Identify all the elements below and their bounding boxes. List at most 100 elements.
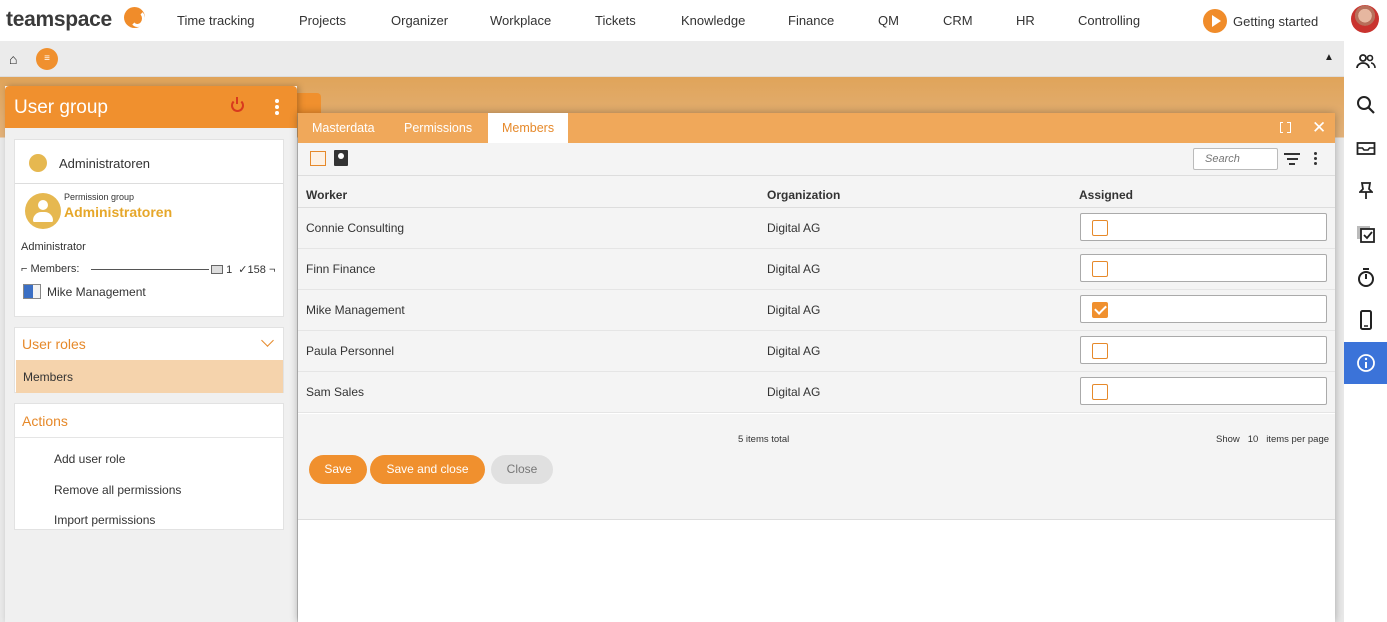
close-icon[interactable]: ✕ bbox=[1312, 118, 1326, 138]
per-page-select[interactable]: 10 bbox=[1248, 434, 1259, 445]
filter-icon[interactable] bbox=[1284, 153, 1300, 168]
dialog-toolbar bbox=[298, 143, 1335, 176]
person-card-icon[interactable] bbox=[334, 150, 348, 166]
stopwatch-icon[interactable] bbox=[1344, 256, 1387, 298]
assigned-checkbox[interactable] bbox=[1092, 302, 1108, 318]
organization-cell: Digital AG bbox=[767, 344, 821, 358]
per-page-show-label: Show bbox=[1216, 434, 1240, 445]
menu-icon[interactable]: ≡ bbox=[36, 48, 58, 70]
tab-masterdata[interactable]: Masterdata bbox=[298, 113, 389, 143]
info-icon[interactable] bbox=[1344, 342, 1387, 384]
group-icon bbox=[29, 154, 47, 172]
member-entry[interactable]: Mike Management bbox=[23, 284, 146, 299]
nav-time-tracking[interactable]: Time tracking bbox=[177, 13, 255, 28]
search-icon[interactable] bbox=[1344, 84, 1387, 126]
permission-group-label: Permission group bbox=[64, 192, 135, 202]
nav-tickets[interactable]: Tickets bbox=[595, 13, 636, 28]
column-worker[interactable]: Worker bbox=[306, 188, 347, 202]
organization-cell: Digital AG bbox=[767, 385, 821, 399]
search-list-icon[interactable] bbox=[310, 151, 326, 166]
nav-knowledge[interactable]: Knowledge bbox=[681, 13, 745, 28]
assigned-field[interactable] bbox=[1080, 213, 1327, 241]
assigned-field[interactable] bbox=[1080, 377, 1327, 405]
table-row[interactable]: Sam Sales Digital AG bbox=[298, 372, 1335, 413]
table-body: Connie Consulting Digital AG Finn Financ… bbox=[298, 208, 1335, 413]
worker-cell: Connie Consulting bbox=[306, 221, 405, 235]
close-button[interactable]: Close bbox=[491, 455, 553, 484]
save-and-close-button[interactable]: Save and close bbox=[370, 455, 485, 484]
home-icon[interactable]: ⌂ bbox=[9, 51, 17, 67]
items-per-page: Show 10 items per page bbox=[1216, 434, 1329, 445]
action-remove-all-permissions[interactable]: Remove all permissions bbox=[54, 483, 181, 497]
nav-projects[interactable]: Projects bbox=[299, 13, 346, 28]
search-input[interactable] bbox=[1193, 148, 1278, 170]
table-row[interactable]: Connie Consulting Digital AG bbox=[298, 208, 1335, 249]
panel-tab-stub bbox=[297, 93, 321, 113]
save-button[interactable]: Save bbox=[309, 455, 367, 484]
getting-started-button[interactable]: Getting started bbox=[1203, 9, 1318, 33]
nav-hr[interactable]: HR bbox=[1016, 13, 1035, 28]
worker-cell: Sam Sales bbox=[306, 385, 365, 399]
permission-group-icon bbox=[25, 193, 61, 229]
nav-workplace[interactable]: Workplace bbox=[490, 13, 551, 28]
logo-mark-icon[interactable] bbox=[124, 7, 145, 28]
mobile-icon[interactable] bbox=[1344, 299, 1387, 341]
column-assigned[interactable]: Assigned bbox=[1079, 188, 1133, 202]
user-group-panel: User group Administratoren Permission gr… bbox=[5, 86, 297, 622]
action-add-user-role[interactable]: Add user role bbox=[54, 452, 125, 466]
organization-cell: Digital AG bbox=[767, 303, 821, 317]
table-footer: 5 items total Show 10 items per page Sav… bbox=[298, 414, 1335, 520]
logo[interactable]: teamspace bbox=[6, 8, 112, 32]
assigned-field[interactable] bbox=[1080, 254, 1327, 282]
table-row[interactable]: Paula Personnel Digital AG bbox=[298, 331, 1335, 372]
assigned-field[interactable] bbox=[1080, 295, 1327, 323]
maximize-icon[interactable] bbox=[1280, 121, 1291, 133]
assigned-field[interactable] bbox=[1080, 336, 1327, 364]
more-options-icon[interactable] bbox=[275, 99, 279, 117]
more-options-icon[interactable] bbox=[1314, 152, 1317, 167]
tab-members[interactable]: Members bbox=[488, 113, 569, 143]
table-row[interactable]: Mike Management Digital AG bbox=[298, 290, 1335, 331]
organization-cell: Digital AG bbox=[767, 221, 821, 235]
assigned-checkbox[interactable] bbox=[1092, 343, 1108, 359]
worker-cell: Paula Personnel bbox=[306, 344, 395, 358]
permission-group-name[interactable]: Administratoren bbox=[64, 204, 172, 220]
divider bbox=[15, 183, 283, 184]
nav-controlling[interactable]: Controlling bbox=[1078, 13, 1140, 28]
pin-icon[interactable] bbox=[1344, 170, 1387, 212]
user-roles-title[interactable]: User roles bbox=[22, 336, 86, 352]
tab-permissions[interactable]: Permissions bbox=[390, 113, 486, 143]
right-icon-rail bbox=[1344, 41, 1387, 622]
assigned-checkbox[interactable] bbox=[1092, 261, 1108, 277]
assigned-checkbox[interactable] bbox=[1092, 384, 1108, 400]
user-role-item-members[interactable]: Members bbox=[16, 360, 283, 393]
members-counts: 1 ✓158 ¬ bbox=[211, 263, 275, 276]
panel-header: User group bbox=[5, 86, 297, 128]
chevron-down-icon[interactable] bbox=[261, 334, 274, 347]
worker-cell: Finn Finance bbox=[306, 262, 376, 276]
nav-finance[interactable]: Finance bbox=[788, 13, 834, 28]
tasks-icon[interactable] bbox=[1344, 213, 1387, 255]
action-import-permissions[interactable]: Import permissions bbox=[54, 513, 155, 527]
collapse-up-icon[interactable]: ▲ bbox=[1324, 52, 1334, 63]
group-info-card: Administratoren Permission group Adminis… bbox=[14, 139, 284, 317]
role-label: Administrator bbox=[21, 241, 86, 253]
nav-crm[interactable]: CRM bbox=[943, 13, 973, 28]
table-row[interactable]: Finn Finance Digital AG bbox=[298, 249, 1335, 290]
avatar[interactable] bbox=[1351, 5, 1379, 33]
top-navigation: teamspace Time tracking Projects Organiz… bbox=[0, 0, 1387, 41]
nav-organizer[interactable]: Organizer bbox=[391, 13, 448, 28]
inbox-icon[interactable] bbox=[1344, 127, 1387, 169]
column-organization[interactable]: Organization bbox=[767, 188, 840, 202]
user-role-item-label: Members bbox=[23, 370, 74, 384]
users-icon[interactable] bbox=[1344, 41, 1387, 83]
play-icon bbox=[1203, 9, 1227, 33]
nav-qm[interactable]: QM bbox=[878, 13, 899, 28]
power-icon[interactable] bbox=[231, 97, 244, 112]
members-count: 1 bbox=[226, 264, 233, 276]
members-label: ⌐ Members: bbox=[21, 263, 83, 275]
contact-card-icon bbox=[23, 284, 41, 299]
assigned-checkbox[interactable] bbox=[1092, 220, 1108, 236]
divider bbox=[91, 269, 209, 270]
items-total: 5 items total bbox=[738, 434, 790, 445]
